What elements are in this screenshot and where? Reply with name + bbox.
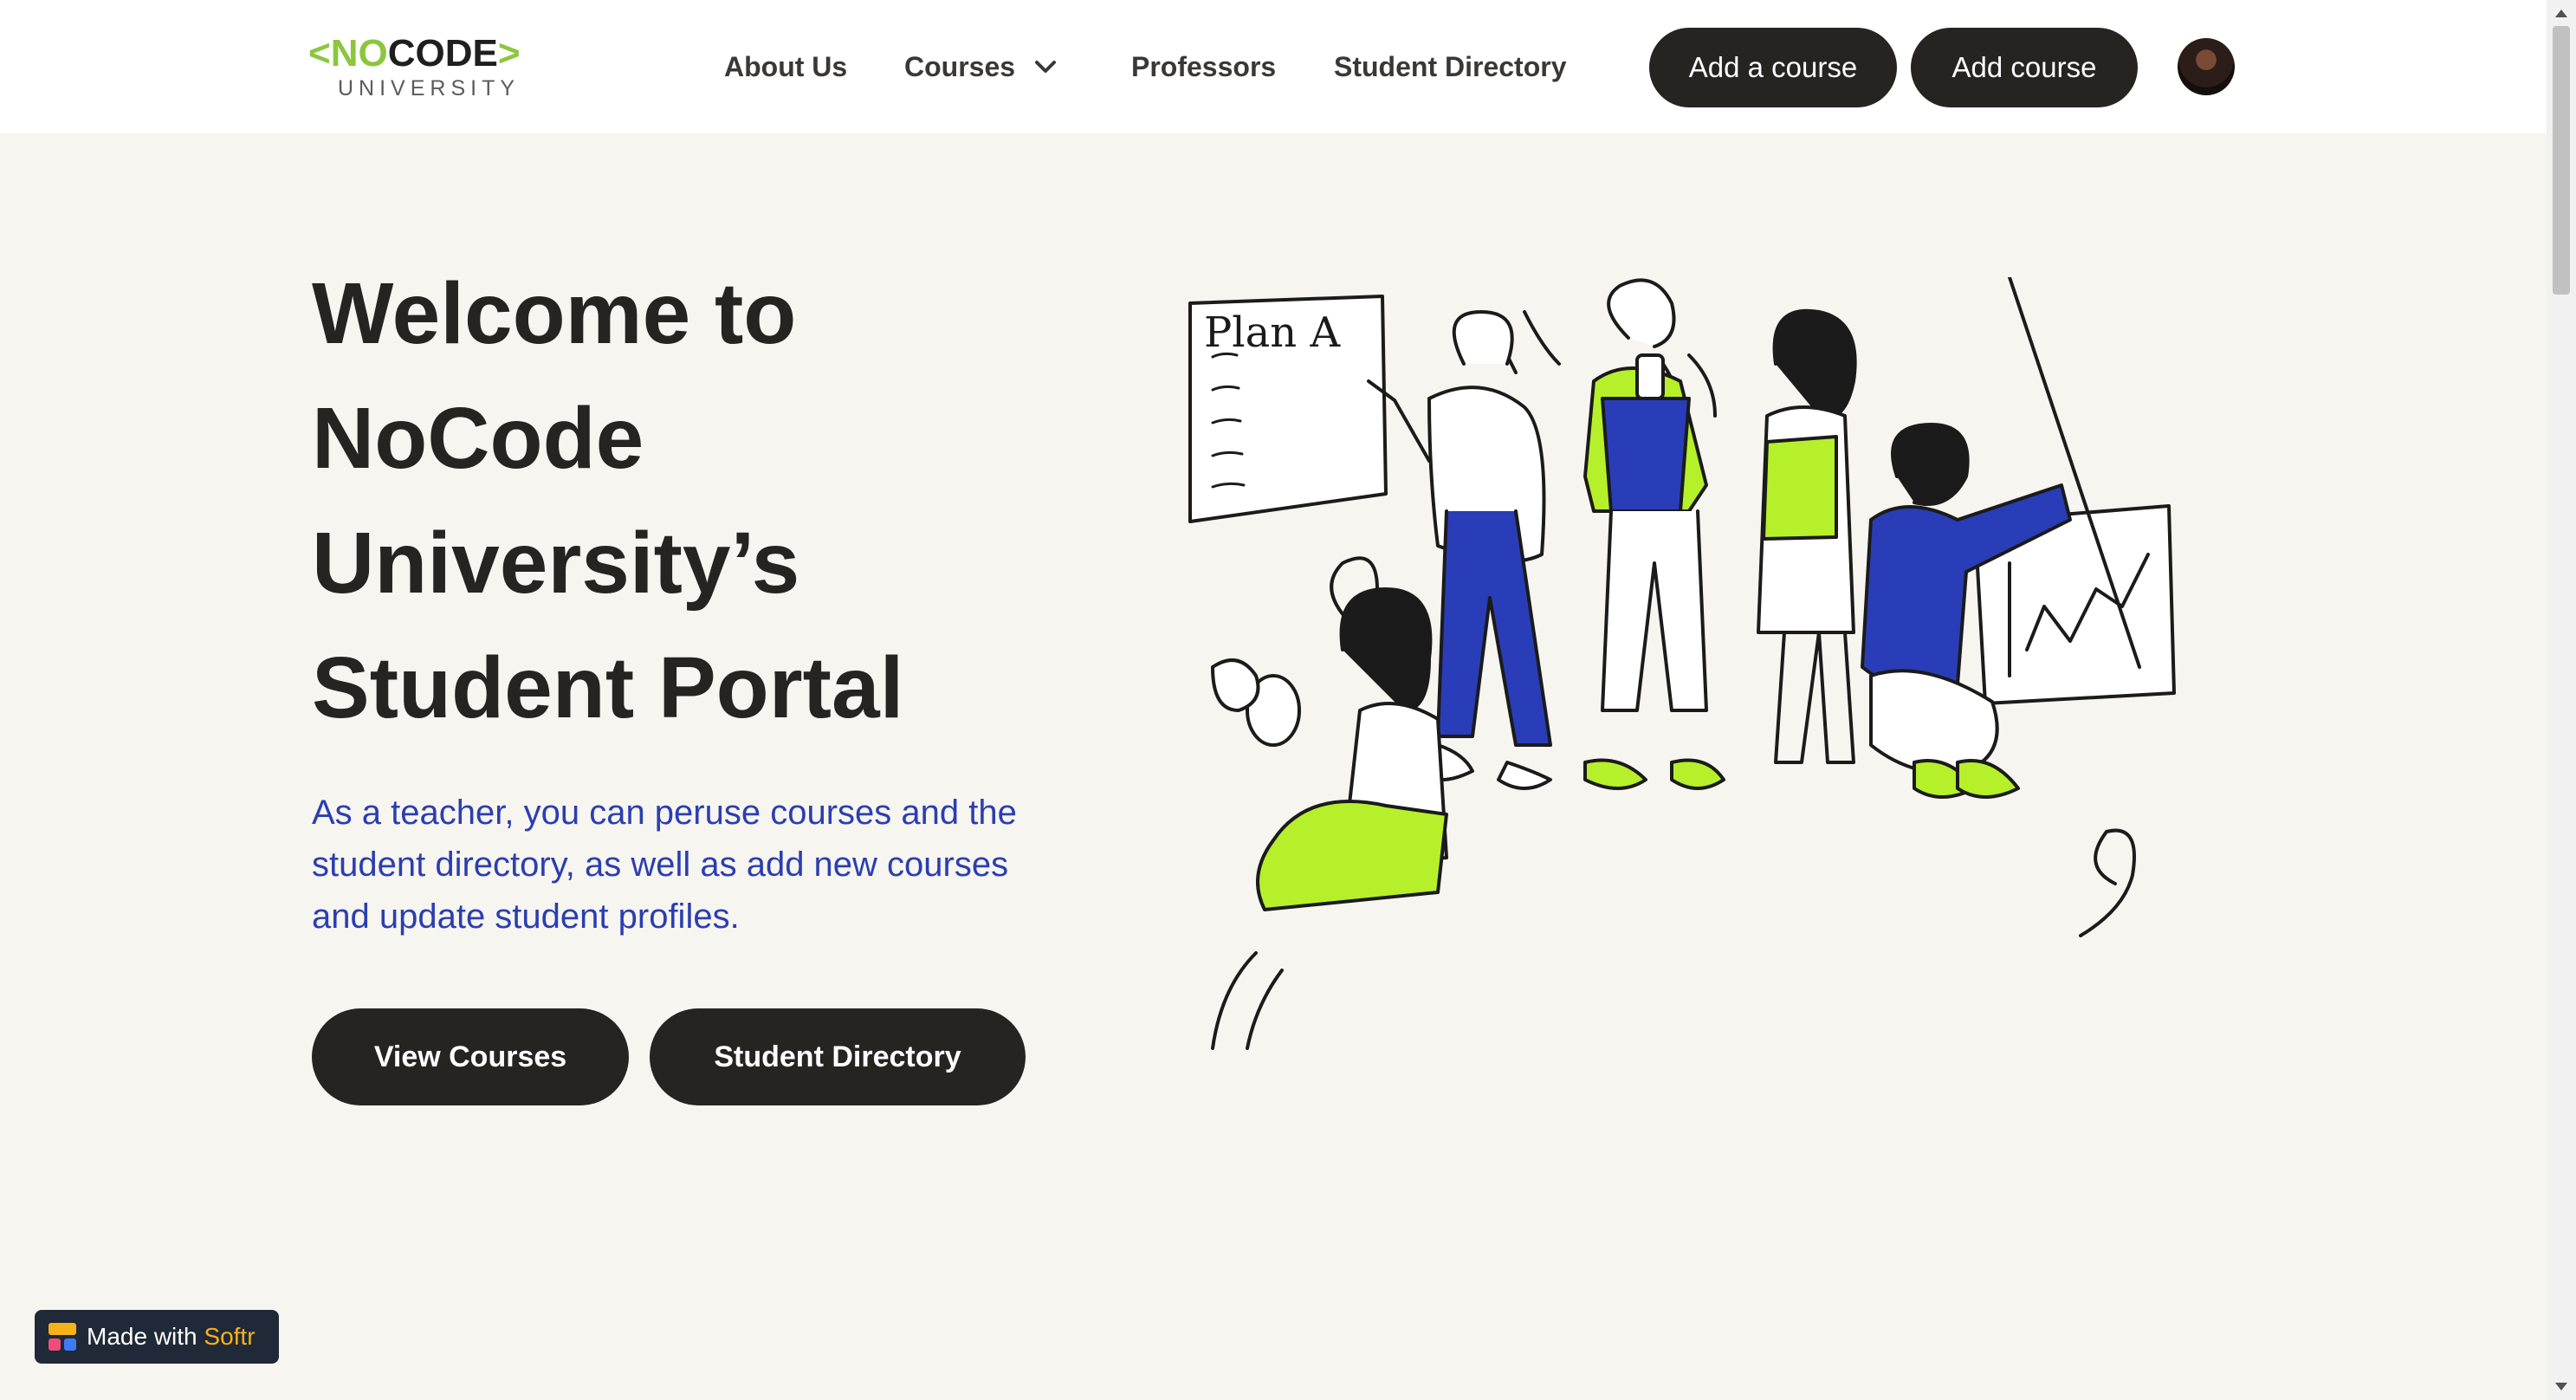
view-courses-button[interactable]: View Courses [312,1008,629,1105]
page-title: Welcome to NoCode University’s Student P… [312,251,1091,750]
scrollbar-thumb[interactable] [2553,26,2570,295]
title-line-4: Student Portal [312,639,904,736]
logo-brand-code: CODE [387,32,498,75]
logo-right-chevron: > [497,32,521,75]
student-directory-button[interactable]: Student Directory [650,1008,1026,1105]
students-group-illustration: Plan A [1188,277,2176,1050]
nav-item-about-us[interactable]: About Us [724,45,847,88]
user-avatar[interactable] [2178,38,2235,95]
logo-wordmark: < NO CODE > [308,32,521,75]
nocode-university-logo[interactable]: < NO CODE > UNIVERSITY [308,32,539,102]
logo-brand-no: NO [330,32,388,75]
add-course-button[interactable]: Add course [1911,28,2138,107]
badge-brand: Softr [204,1323,256,1350]
top-navigation-bar: < NO CODE > UNIVERSITY About Us Courses … [0,0,2547,133]
chevron-down-icon[interactable] [1032,54,1058,80]
nav-item-courses[interactable]: Courses [904,45,1015,88]
title-line-2: NoCode [312,390,644,487]
softr-logo-icon [49,1323,76,1351]
nav-item-professors[interactable]: Professors [1131,45,1276,88]
logo-subtitle: UNIVERSITY [338,76,521,100]
title-line-1: Welcome to [312,265,797,362]
add-a-course-button[interactable]: Add a course [1649,28,1897,107]
scroll-down-arrow-icon[interactable] [2547,1374,2576,1400]
whiteboard-text: Plan A [1204,308,1341,357]
hero-description: As a teacher, you can peruse courses and… [312,794,1017,936]
logo-left-chevron: < [308,32,331,75]
scroll-up-arrow-icon[interactable] [2547,0,2576,26]
title-line-3: University’s [312,515,800,612]
badge-prefix: Made with [87,1323,197,1350]
made-with-softr-badge[interactable]: Made with Softr [35,1310,279,1364]
nav-item-student-directory[interactable]: Student Directory [1334,45,1566,88]
badge-label: Made with Softr [87,1310,256,1364]
vertical-scrollbar[interactable] [2547,0,2576,1400]
